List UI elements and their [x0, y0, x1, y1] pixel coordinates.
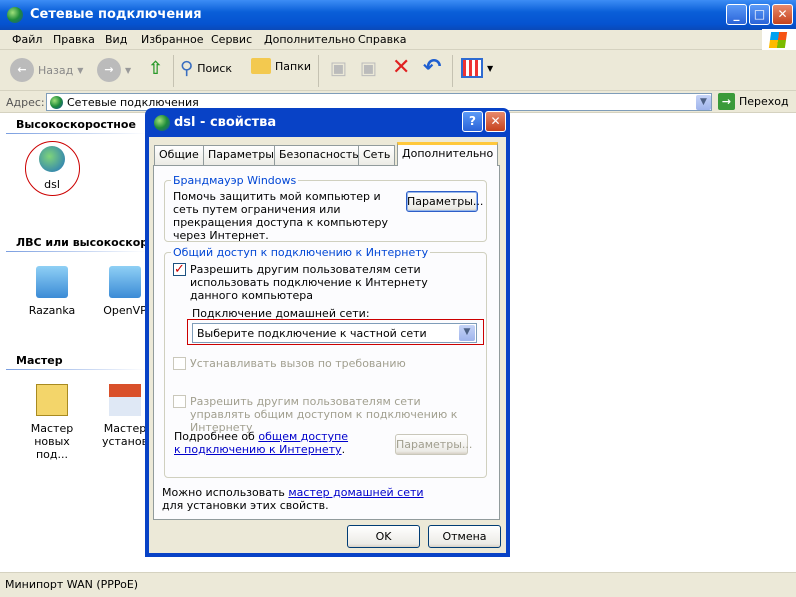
group-header-lan: ЛВС или высокоскорос — [16, 236, 163, 249]
forward-arrow-icon: → — [97, 58, 121, 82]
network-icon — [7, 7, 23, 23]
move-icon: ▣ — [330, 58, 348, 79]
maximize-button[interactable]: □ — [749, 4, 770, 25]
network-icon — [50, 95, 63, 109]
up-folder-icon: ⇧ — [148, 58, 164, 79]
dial-on-demand-label: Устанавливать вызов по требованию — [190, 357, 406, 370]
menu-help[interactable]: Справка — [358, 33, 406, 46]
up-folder-button[interactable]: ⇧ — [148, 58, 163, 79]
go-label: Переход — [739, 95, 789, 108]
status-text: Минипорт WAN (PPPoE) — [5, 578, 139, 591]
dial-on-demand-checkbox[interactable] — [173, 357, 186, 370]
allow-sharing-label: Разрешить другим пользователям сети испо… — [190, 263, 428, 302]
menu-favorites[interactable]: Избранное — [141, 33, 203, 46]
window-titlebar: Сетевые подключения _ □ ✕ — [0, 0, 796, 30]
ics-more-info: Подробнее об общем доступе к подключению… — [174, 430, 354, 456]
wizard-hint: Можно использовать мастер домашней сети д… — [162, 486, 462, 512]
wizard-hint-prefix: Можно использовать — [162, 486, 289, 499]
copy-icon: ▣ — [360, 58, 378, 79]
go-arrow-icon: → — [718, 93, 735, 110]
dialog-titlebar: dsl - свойства ? ✕ — [149, 108, 506, 137]
folders-button[interactable]: Папки — [251, 58, 311, 74]
home-network-wizard-link[interactable]: мастер домашней сети — [288, 486, 423, 499]
network-icon — [154, 115, 170, 131]
tab-advanced[interactable]: Дополнительно — [397, 142, 499, 166]
views-button[interactable]: ▼ — [461, 58, 493, 78]
connection-label: Razanka — [28, 304, 76, 317]
firewall-description: Помочь защитить мой компьютер и сеть пут… — [173, 190, 389, 242]
search-icon: ⚲ — [180, 58, 194, 79]
properties-dialog: dsl - свойства ? ✕ Общие Параметры Безоп… — [145, 108, 510, 557]
undo-button[interactable]: ↶ — [423, 55, 441, 80]
home-network-icon — [109, 384, 141, 416]
status-bar: Минипорт WAN (PPPoE) — [0, 572, 796, 597]
more-info-prefix: Подробнее об — [174, 430, 259, 443]
folders-label: Папки — [275, 59, 311, 73]
delete-button[interactable]: ✕ — [392, 55, 410, 80]
allow-control-label: Разрешить другим пользователям сети упра… — [190, 395, 458, 434]
windows-logo-icon — [762, 29, 796, 50]
move-to-button[interactable]: ▣ — [330, 58, 347, 79]
group-header-wizard: Мастер — [16, 354, 63, 367]
more-info-suffix: . — [341, 443, 346, 456]
tab-general[interactable]: Общие — [154, 145, 204, 165]
close-button[interactable]: ✕ — [772, 4, 793, 25]
menu-bar: Файл Правка Вид Избранное Сервис Дополни… — [0, 29, 796, 50]
menu-edit[interactable]: Правка — [53, 33, 95, 46]
annotation-circle — [25, 141, 80, 196]
tab-network[interactable]: Сеть — [358, 145, 396, 165]
ok-button[interactable]: OK — [347, 525, 420, 548]
search-button[interactable]: ⚲ Поиск — [180, 58, 232, 79]
go-button[interactable]: → Переход — [718, 93, 789, 110]
cancel-button[interactable]: Отмена — [428, 525, 501, 548]
chevron-down-icon[interactable]: ▼ — [696, 94, 711, 110]
annotation-box — [187, 319, 484, 345]
dialog-close-button[interactable]: ✕ — [485, 111, 506, 132]
tab-panel-advanced: Брандмауэр Windows Помочь защитить мой к… — [153, 165, 500, 520]
address-value: Сетевые подключения — [67, 95, 199, 109]
dialog-title: dsl - свойства — [174, 115, 277, 130]
window-title: Сетевые подключения — [30, 7, 202, 22]
connection-label: OpenVP — [103, 304, 147, 317]
allow-sharing-checkbox[interactable]: ✓ — [173, 263, 186, 276]
tab-options[interactable]: Параметры — [203, 145, 279, 165]
group-header-broadband: Высокоскоростное — [16, 118, 136, 131]
wizard-icon — [36, 384, 68, 416]
toolbar: ← Назад ▼ → ▼ ⇧ ⚲ Поиск Папки ▣ ▣ ✕ ↶ ▼ — [0, 50, 796, 91]
menu-tools[interactable]: Сервис — [211, 33, 252, 46]
search-label: Поиск — [197, 62, 233, 75]
wizard-label: Мастер новых под... — [30, 422, 74, 461]
forward-button[interactable]: → ▼ — [97, 58, 131, 82]
ics-legend: Общий доступ к подключению к Интернету — [171, 246, 431, 259]
connection-razanka[interactable]: Razanka — [17, 266, 87, 317]
menu-file[interactable]: Файл — [12, 33, 42, 46]
tab-security[interactable]: Безопасность — [274, 145, 364, 165]
lan-connection-icon — [36, 266, 68, 298]
folder-icon — [251, 58, 271, 74]
back-button[interactable]: ← Назад ▼ — [10, 58, 83, 82]
undo-icon: ↶ — [423, 55, 442, 80]
menu-advanced[interactable]: Дополнительно — [264, 33, 355, 46]
allow-control-checkbox[interactable] — [173, 395, 186, 408]
wizard-hint-suffix: для установки этих свойств. — [162, 499, 329, 512]
menu-view[interactable]: Вид — [105, 33, 127, 46]
firewall-legend: Брандмауэр Windows — [171, 174, 299, 187]
views-icon — [461, 58, 483, 78]
help-button[interactable]: ? — [462, 111, 483, 132]
firewall-settings-button[interactable]: Параметры... — [406, 191, 483, 212]
minimize-button[interactable]: _ — [726, 4, 747, 25]
lan-disconnected-icon — [109, 266, 141, 298]
back-label: Назад — [38, 63, 74, 77]
copy-to-button[interactable]: ▣ — [360, 58, 377, 79]
delete-x-icon: ✕ — [392, 55, 411, 80]
ics-settings-button[interactable]: Параметры... — [395, 434, 472, 455]
wizard-new-connection[interactable]: Мастер новых под... — [17, 384, 87, 461]
back-arrow-icon: ← — [10, 58, 34, 82]
address-label: Адрес: — [6, 96, 45, 109]
